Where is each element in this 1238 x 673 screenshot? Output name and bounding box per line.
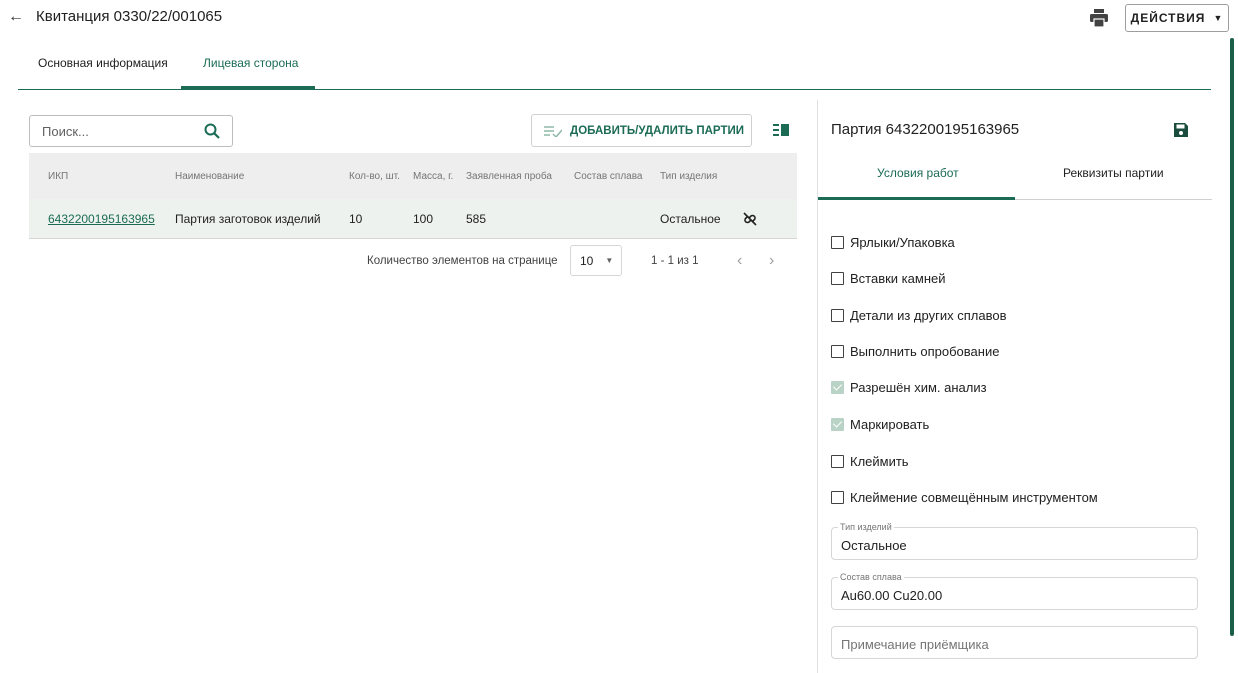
- checkbox-labels-packaging[interactable]: Ярлыки/Упаковка: [831, 232, 955, 252]
- product-type-field[interactable]: Тип изделий Остальное: [831, 522, 1198, 560]
- checkbox-label: Ярлыки/Упаковка: [850, 234, 955, 250]
- tab-work-conditions[interactable]: Условия работ: [877, 166, 959, 180]
- checkbox-label: Разрешён хим. анализ: [850, 379, 987, 395]
- back-arrow-icon[interactable]: ←: [8, 8, 24, 26]
- product-type-label: Тип изделий: [838, 522, 894, 532]
- previous-page-icon[interactable]: ‹: [737, 252, 742, 270]
- product-type-value: Остальное: [841, 538, 907, 553]
- batches-table: ИКП Наименование Кол-во, шт. Масса, г. З…: [29, 153, 797, 239]
- cell-type: Остальное: [660, 212, 721, 226]
- checkbox-chem-analysis[interactable]: Разрешён хим. анализ: [831, 377, 987, 397]
- checkbox-label: Выполнить опробование: [850, 343, 1000, 359]
- search-box: [29, 115, 233, 147]
- table-row[interactable]: 6432200195163965 Партия заготовок издели…: [29, 199, 797, 239]
- checkbox-stone-inserts[interactable]: Вставки камней: [831, 268, 946, 288]
- checkbox-box[interactable]: [831, 490, 844, 504]
- save-icon[interactable]: [1173, 122, 1189, 138]
- tab-main-info[interactable]: Основная информация: [38, 56, 168, 70]
- alloy-label: Состав сплава: [838, 572, 904, 582]
- paginator: Количество элементов на странице 10 ▼ 1 …: [0, 245, 800, 277]
- scrollbar[interactable]: [1230, 38, 1234, 636]
- column-header-mass[interactable]: Масса, г.: [413, 171, 453, 182]
- checkbox-label: Клеймить: [850, 453, 909, 469]
- batch-title: Партия 6432200195163965: [831, 121, 1020, 138]
- page-header: ← Квитанция 0330/22/001065 Действия ▼: [0, 0, 1238, 36]
- column-header-alloy[interactable]: Состав сплава: [574, 171, 642, 182]
- checkbox-label: Маркировать: [850, 416, 930, 432]
- active-tab-indicator: [818, 197, 1015, 200]
- active-tab-indicator: [181, 86, 315, 89]
- checkbox-box[interactable]: [831, 344, 844, 358]
- playlist-check-icon: [544, 125, 562, 137]
- alloy-value: Au60.00 Cu20.00: [841, 588, 943, 603]
- search-icon[interactable]: [204, 123, 220, 139]
- cell-name: Партия заготовок изделий: [175, 212, 321, 226]
- checkbox-box[interactable]: [831, 417, 844, 431]
- cell-qty: 10: [349, 212, 363, 226]
- checkbox-box[interactable]: [831, 235, 844, 249]
- checkbox-assay-test[interactable]: Выполнить опробование: [831, 341, 999, 361]
- cell-assay: 585: [466, 212, 487, 226]
- page-title: Квитанция 0330/22/001065: [36, 8, 223, 25]
- per-page-select[interactable]: 10 ▼: [570, 245, 622, 276]
- checkbox-box[interactable]: [831, 380, 844, 394]
- checkbox-other-alloys[interactable]: Детали из других сплавов: [831, 305, 1006, 325]
- receiver-note-placeholder: Примечание приёмщика: [841, 637, 989, 652]
- page-range: 1 - 1 из 1: [651, 255, 699, 267]
- checkbox-label: Вставки камней: [850, 270, 946, 286]
- details-tabs: Условия работ Реквизиты партии: [818, 152, 1212, 200]
- receiver-note-field[interactable]: Примечание приёмщика: [831, 626, 1198, 659]
- ikp-link[interactable]: 6432200195163965: [48, 212, 155, 226]
- add-remove-batches-button[interactable]: Добавить/удалить партии: [531, 114, 752, 147]
- table-header: ИКП Наименование Кол-во, шт. Масса, г. З…: [29, 153, 797, 199]
- column-header-assay[interactable]: Заявленная проба: [466, 171, 552, 182]
- tab-front-side[interactable]: Лицевая сторона: [203, 56, 298, 70]
- per-page-value: 10: [580, 253, 594, 268]
- column-header-qty[interactable]: Кол-во, шт.: [349, 171, 400, 182]
- actions-button[interactable]: Действия ▼: [1125, 4, 1229, 32]
- column-header-ikp[interactable]: ИКП: [48, 171, 68, 182]
- chevron-down-icon: ▼: [605, 256, 614, 265]
- checkbox-label: Клеймение совмещённым инструментом: [850, 489, 1098, 505]
- column-header-name[interactable]: Наименование: [175, 171, 244, 182]
- checkbox-mark[interactable]: Маркировать: [831, 414, 929, 434]
- tab-batch-requisites[interactable]: Реквизиты партии: [1063, 166, 1164, 180]
- view-columns-icon[interactable]: [773, 124, 789, 136]
- search-input[interactable]: [30, 116, 190, 146]
- checkbox-box[interactable]: [831, 454, 844, 468]
- checkbox-label: Детали из других сплавов: [850, 307, 1007, 323]
- next-page-icon[interactable]: ›: [769, 252, 774, 270]
- batch-details-panel: Партия 6432200195163965 Условия работ Ре…: [817, 100, 1212, 673]
- cell-mass: 100: [413, 212, 434, 226]
- checkbox-box[interactable]: [831, 308, 844, 322]
- alloy-field[interactable]: Состав сплава Au60.00 Cu20.00: [831, 572, 1198, 610]
- checkbox-stamp[interactable]: Клеймить: [831, 451, 909, 471]
- checkbox-box[interactable]: [831, 271, 844, 285]
- actions-button-label: Действия: [1130, 11, 1206, 25]
- print-icon[interactable]: [1089, 9, 1109, 27]
- per-page-label: Количество элементов на странице: [367, 255, 558, 267]
- column-header-type[interactable]: Тип изделия: [660, 171, 717, 182]
- top-tabs: Основная информация Лицевая сторона: [18, 38, 1211, 90]
- unlink-icon[interactable]: [741, 210, 759, 228]
- add-remove-batches-label: Добавить/удалить партии: [570, 124, 744, 137]
- checkbox-combined-stamp[interactable]: Клеймение совмещённым инструментом: [831, 487, 1098, 507]
- chevron-down-icon: ▼: [1213, 13, 1224, 23]
